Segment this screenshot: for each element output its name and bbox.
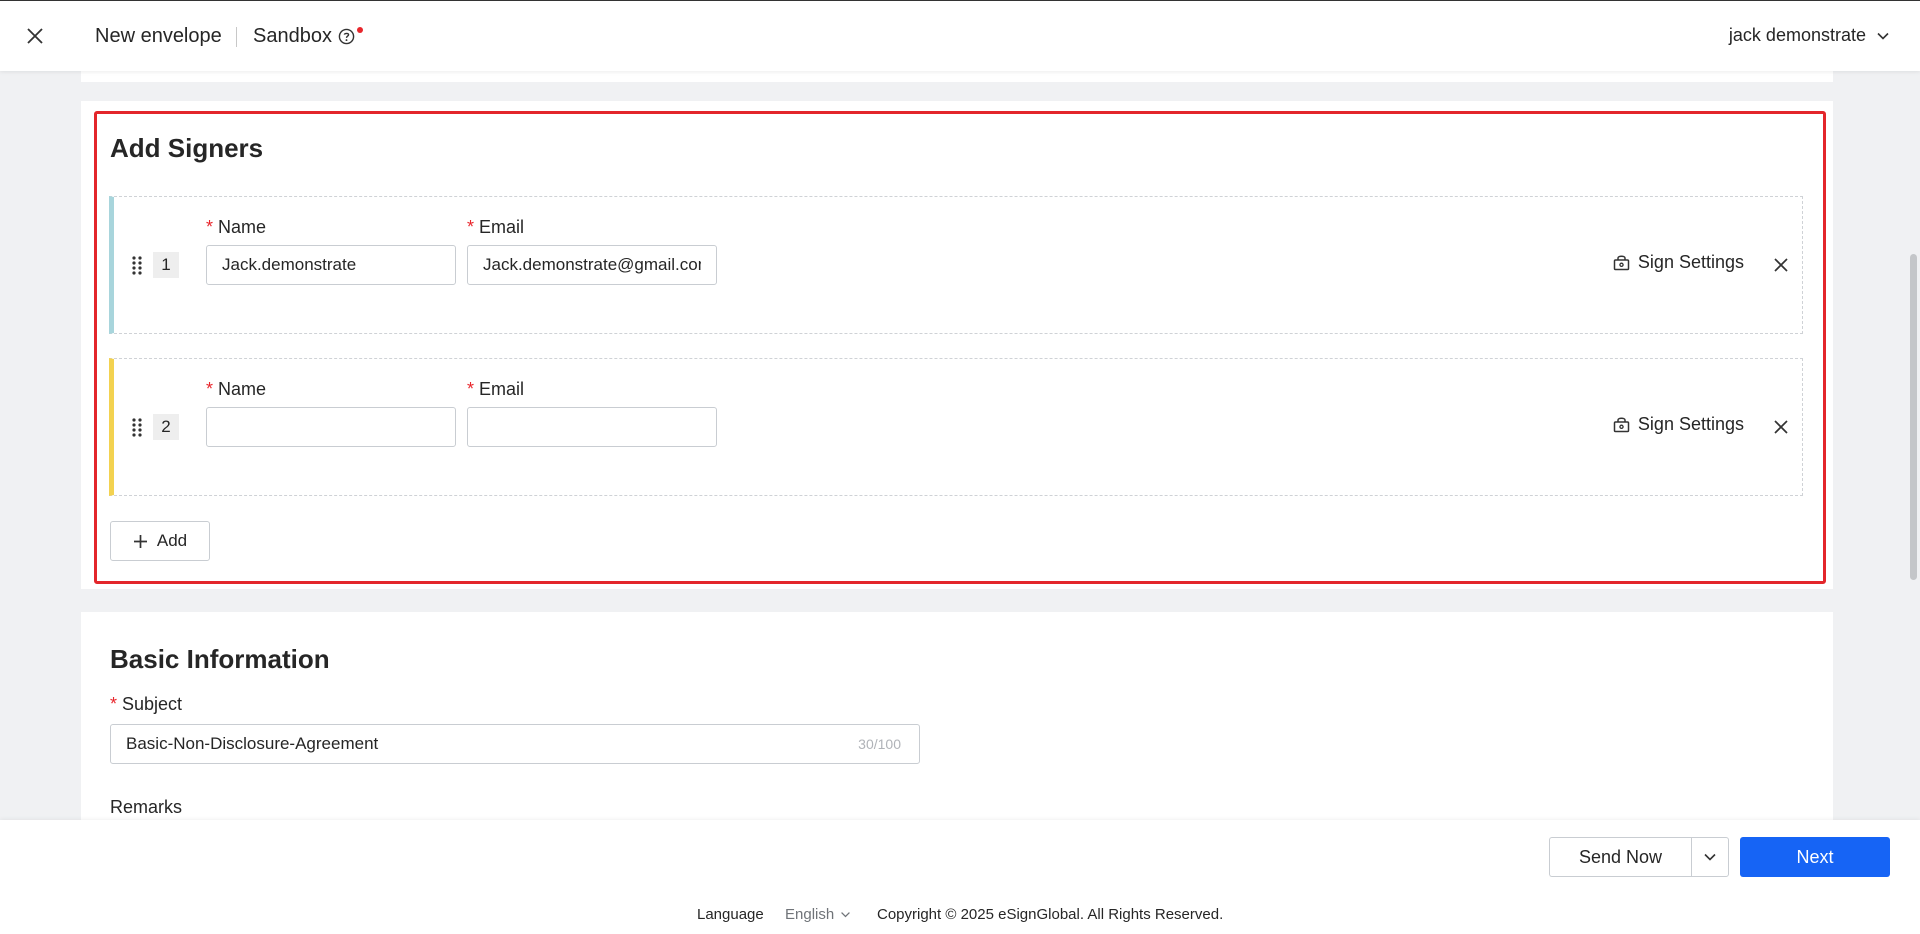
add-signers-title: Add Signers bbox=[110, 133, 264, 163]
send-now-button[interactable]: Send Now bbox=[1549, 837, 1691, 877]
language-selector[interactable]: English bbox=[785, 906, 851, 923]
name-label: * Name bbox=[206, 217, 267, 237]
email-label: * Email bbox=[467, 217, 525, 237]
lock-settings-icon bbox=[1613, 255, 1630, 271]
lock-settings-icon bbox=[1613, 417, 1630, 433]
user-name: jack demonstrate bbox=[1728, 25, 1866, 45]
signer-row-2: 2 * Name * Email Sign Settings bbox=[109, 358, 1803, 496]
chevron-down-icon bbox=[841, 912, 851, 918]
sign-settings-button[interactable]: Sign Settings bbox=[1613, 414, 1744, 435]
close-envelope-button[interactable] bbox=[22, 23, 48, 49]
next-button[interactable]: Next bbox=[1740, 837, 1890, 877]
remove-signer-icon[interactable] bbox=[1772, 418, 1790, 436]
subject-input[interactable] bbox=[111, 725, 811, 763]
sign-settings-label: Sign Settings bbox=[1637, 252, 1744, 272]
bottom-action-bar: Send Now Next bbox=[0, 820, 1920, 896]
basic-information-card bbox=[81, 612, 1833, 822]
chevron-down-icon bbox=[1704, 853, 1716, 861]
copyright-text: Copyright © 2025 eSignGlobal. All Rights… bbox=[877, 906, 1224, 923]
signer-email-input[interactable] bbox=[467, 245, 717, 285]
language-label: Language bbox=[697, 906, 764, 923]
add-signer-button[interactable]: Add bbox=[110, 521, 210, 561]
page-title: New envelope bbox=[95, 25, 222, 47]
sign-settings-label: Sign Settings bbox=[1637, 414, 1744, 434]
signer-order-badge: 1 bbox=[153, 252, 179, 278]
page-scrollbar[interactable] bbox=[1910, 254, 1917, 580]
environment-text: Sandbox bbox=[253, 25, 332, 47]
email-label: * Email bbox=[467, 379, 525, 399]
previous-section-bottom bbox=[81, 71, 1833, 82]
plus-icon bbox=[133, 534, 147, 548]
close-icon bbox=[27, 28, 43, 44]
footer: Language English Copyright © 2025 eSignG… bbox=[0, 896, 1920, 934]
subject-field: 30/100 bbox=[110, 724, 920, 764]
add-signers-card bbox=[81, 101, 1833, 589]
notification-dot bbox=[357, 27, 363, 33]
basic-information-title: Basic Information bbox=[110, 644, 330, 674]
subject-label: * Subject bbox=[110, 694, 183, 714]
user-menu[interactable]: jack demonstrate bbox=[1729, 25, 1890, 46]
signer-row-1: 1 *Name *Email Sign Settings bbox=[109, 196, 1803, 334]
signer-order-badge: 2 bbox=[153, 414, 179, 440]
remove-signer-icon[interactable] bbox=[1772, 256, 1790, 274]
name-label: * Name bbox=[206, 379, 267, 399]
sign-settings-button[interactable]: Sign Settings bbox=[1613, 252, 1744, 273]
help-circle-icon[interactable] bbox=[338, 28, 355, 45]
send-options-dropdown[interactable] bbox=[1691, 837, 1729, 877]
chevron-down-icon bbox=[1877, 32, 1889, 40]
add-signer-label: Add bbox=[156, 531, 188, 550]
signer-email-input[interactable] bbox=[467, 407, 717, 447]
signer-name-input[interactable] bbox=[206, 407, 456, 447]
top-header: New envelope Sandbox jack demonstrate bbox=[0, 0, 1920, 71]
remarks-label: Remarks bbox=[110, 797, 183, 817]
language-value: English bbox=[785, 906, 835, 923]
drag-handle-icon[interactable] bbox=[131, 255, 143, 275]
title-divider bbox=[236, 27, 237, 47]
drag-handle-icon[interactable] bbox=[131, 417, 143, 437]
environment-label: Sandbox bbox=[253, 25, 355, 48]
subject-char-counter: 30/100 bbox=[858, 736, 901, 752]
signer-name-input[interactable] bbox=[206, 245, 456, 285]
